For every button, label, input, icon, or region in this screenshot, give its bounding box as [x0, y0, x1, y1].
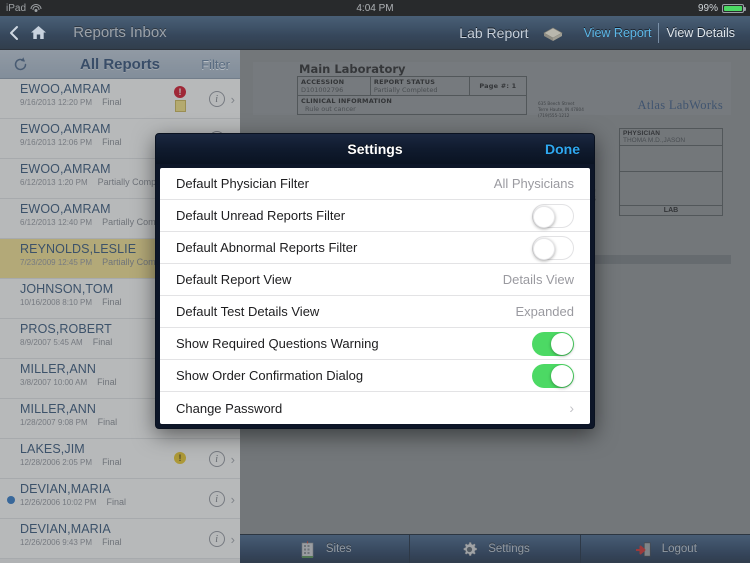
status-bar-right: 99% — [697, 2, 746, 14]
settings-row[interactable]: Show Required Questions Warning — [160, 328, 590, 360]
settings-row-label: Default Report View — [176, 272, 292, 287]
home-icon[interactable] — [30, 24, 47, 41]
battery-percent: 99% — [697, 2, 718, 14]
back-chevron-icon[interactable] — [9, 25, 20, 41]
settings-row[interactable]: Default Abnormal Reports Filter — [160, 232, 590, 264]
toggle-switch[interactable] — [532, 363, 574, 388]
segment-view-report[interactable]: View Report — [577, 26, 659, 40]
view-mode-segmented-control[interactable]: View Report View Details — [577, 22, 742, 44]
settings-row-value: All Physicians — [493, 176, 574, 191]
disclosure-chevron-icon[interactable]: › — [569, 400, 574, 416]
settings-modal: Settings Done Default Physician Filter Al… — [155, 133, 595, 429]
settings-row[interactable]: Default Unread Reports Filter — [160, 200, 590, 232]
settings-row-label: Show Order Confirmation Dialog — [176, 368, 364, 383]
settings-row[interactable]: Default Test Details View Expanded — [160, 296, 590, 328]
settings-row-label: Default Physician Filter — [176, 176, 309, 191]
settings-row-label: Default Test Details View — [176, 304, 320, 319]
settings-row[interactable]: Default Report View Details View — [160, 264, 590, 296]
settings-modal-title: Settings — [347, 141, 403, 157]
segment-view-details[interactable]: View Details — [659, 26, 742, 40]
settings-list[interactable]: Default Physician Filter All Physicians De… — [160, 168, 590, 424]
settings-row-value: Details View — [502, 272, 574, 287]
segment-divider — [658, 22, 660, 43]
settings-row[interactable]: Change Password › — [160, 392, 590, 424]
filter-button[interactable]: Filter — [201, 57, 230, 72]
settings-row-label: Change Password — [176, 400, 283, 416]
right-nav-controls: Lab Report View Report View Details — [459, 22, 750, 44]
battery-icon — [722, 3, 746, 13]
settings-row-value: Expanded — [515, 304, 574, 319]
settings-row[interactable]: Show Order Confirmation Dialog — [160, 360, 590, 392]
toggle-switch[interactable] — [532, 235, 574, 260]
ipad-screen: iPad 4:04 PM 99% Reports Inbox Lab Repor… — [0, 0, 750, 563]
toggle-switch[interactable] — [532, 203, 574, 228]
settings-row[interactable]: Default Physician Filter All Physicians — [160, 168, 590, 200]
toggle-knob — [533, 205, 555, 228]
lab-report-title: Lab Report — [459, 24, 529, 41]
toggle-knob — [551, 364, 573, 387]
toggle-switch[interactable] — [532, 331, 574, 356]
toggle-knob — [551, 332, 573, 355]
toggle-knob — [533, 237, 555, 260]
document-stack-icon[interactable] — [541, 24, 565, 42]
done-button[interactable]: Done — [545, 141, 580, 157]
settings-row-label: Default Unread Reports Filter — [176, 208, 346, 223]
settings-row-label: Default Abnormal Reports Filter — [176, 240, 358, 255]
settings-modal-header: Settings Done — [156, 134, 594, 164]
settings-row-label: Show Required Questions Warning — [176, 336, 379, 351]
